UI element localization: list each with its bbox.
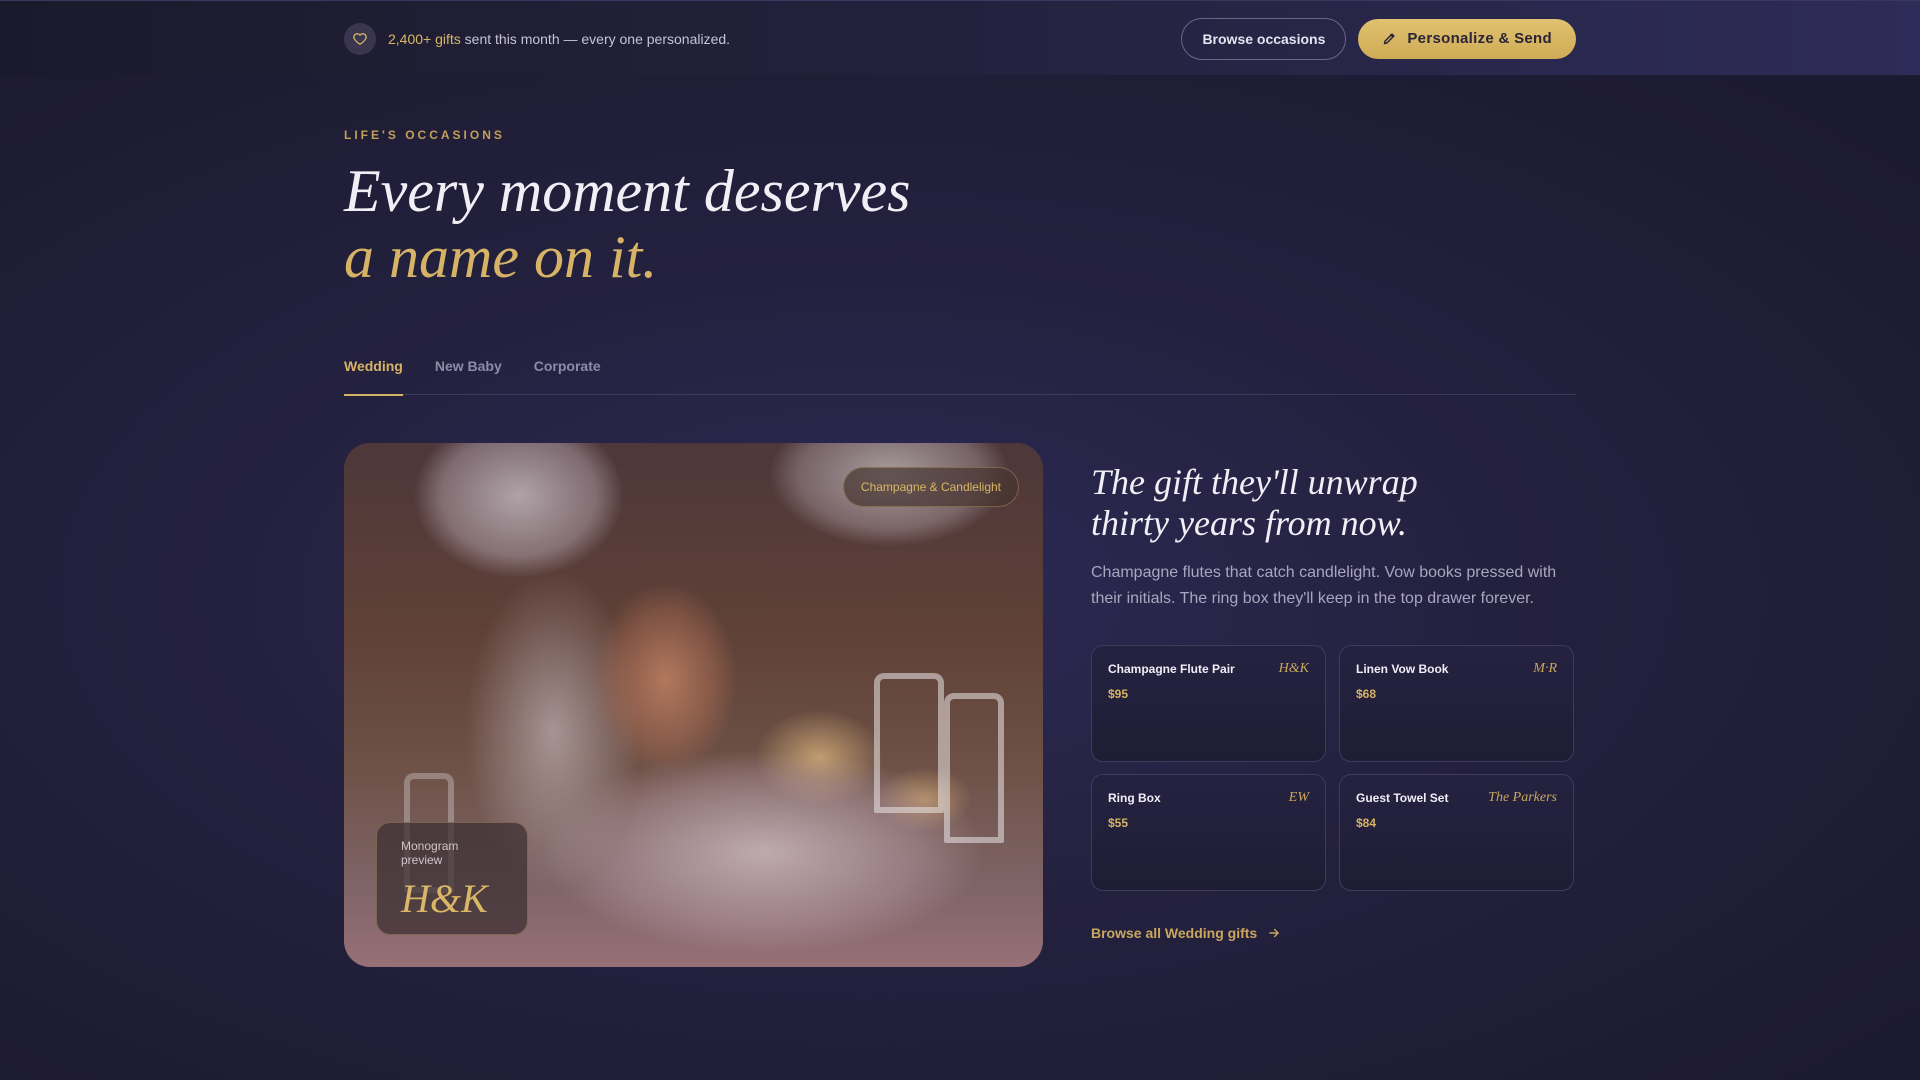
product-name: Linen Vow Book — [1356, 662, 1449, 676]
eyebrow: LIFE'S OCCASIONS — [344, 128, 505, 142]
headline-line2: a name on it. — [344, 224, 658, 290]
wedding-photo: Champagne & Candlelight Monogram preview… — [344, 443, 1043, 967]
top-bar: 2,400+ gifts sent this month — every one… — [0, 0, 1920, 75]
product-monogram: The Parkers — [1488, 790, 1557, 805]
personalize-send-label: Personalize & Send — [1407, 30, 1552, 47]
pencil-icon — [1382, 31, 1397, 46]
tab-wedding[interactable]: Wedding — [344, 346, 403, 396]
feature-heading: The gift they'll unwrap thirty years fro… — [1091, 462, 1511, 544]
arrow-right-icon — [1267, 926, 1281, 940]
product-card[interactable]: Guest Towel Set $84 The Parkers — [1339, 774, 1574, 891]
headline-line1: Every moment deserves — [344, 158, 911, 224]
product-monogram: H&K — [1278, 661, 1309, 676]
page-title: Every moment deserves a name on it. — [344, 158, 910, 290]
announcement-rest: sent this month — every one personalized… — [460, 30, 731, 47]
browse-occasions-button[interactable]: Browse occasions — [1181, 17, 1347, 60]
monogram-preview: Monogram preview H&K — [376, 822, 528, 935]
pitch-line1: The gift they'll unwrap — [1091, 462, 1418, 502]
photo-tag: Champagne & Candlelight — [842, 467, 1019, 507]
tab-new-baby[interactable]: New Baby — [435, 346, 502, 395]
product-card[interactable]: Linen Vow Book $68 M·R — [1339, 645, 1574, 762]
monogram-label: Monogram preview — [401, 839, 459, 867]
chair-shape — [874, 673, 944, 813]
announcement: 2,400+ gifts sent this month — every one… — [344, 22, 730, 55]
product-grid: Champagne Flute Pair $95 H&K Linen Vow B… — [1091, 645, 1576, 891]
tab-corporate[interactable]: Corporate — [534, 346, 601, 395]
top-actions: Browse occasions Personalize & Send — [1181, 17, 1576, 60]
announcement-highlight: 2,400+ gifts — [388, 30, 461, 47]
browse-all-wedding-link[interactable]: Browse all Wedding gifts — [1091, 925, 1281, 941]
product-price: $95 — [1108, 687, 1129, 701]
chair-shape — [944, 693, 1004, 843]
browse-all-label: Browse all Wedding gifts — [1091, 925, 1258, 941]
product-monogram: M·R — [1533, 661, 1557, 676]
pitch-line2: thirty years from now. — [1091, 503, 1407, 543]
product-price: $55 — [1108, 816, 1129, 830]
product-name: Ring Box — [1108, 791, 1161, 805]
monogram-value: H&K — [401, 876, 488, 921]
feature-description: Champagne flutes that catch candlelight.… — [1091, 564, 1557, 607]
occasion-tabs: Wedding New Baby Corporate — [344, 346, 1576, 396]
product-card[interactable]: Champagne Flute Pair $95 H&K — [1091, 645, 1326, 762]
product-monogram: EW — [1288, 790, 1309, 805]
product-card[interactable]: Ring Box $55 EW — [1091, 774, 1326, 891]
product-price: $68 — [1356, 687, 1377, 701]
heart-icon — [344, 22, 376, 55]
personalize-send-button[interactable]: Personalize & Send — [1358, 18, 1576, 59]
top-bar-inner: 2,400+ gifts sent this month — every one… — [344, 1, 1576, 76]
product-price: $84 — [1356, 816, 1377, 830]
announcement-text: 2,400+ gifts sent this month — every one… — [388, 31, 730, 47]
